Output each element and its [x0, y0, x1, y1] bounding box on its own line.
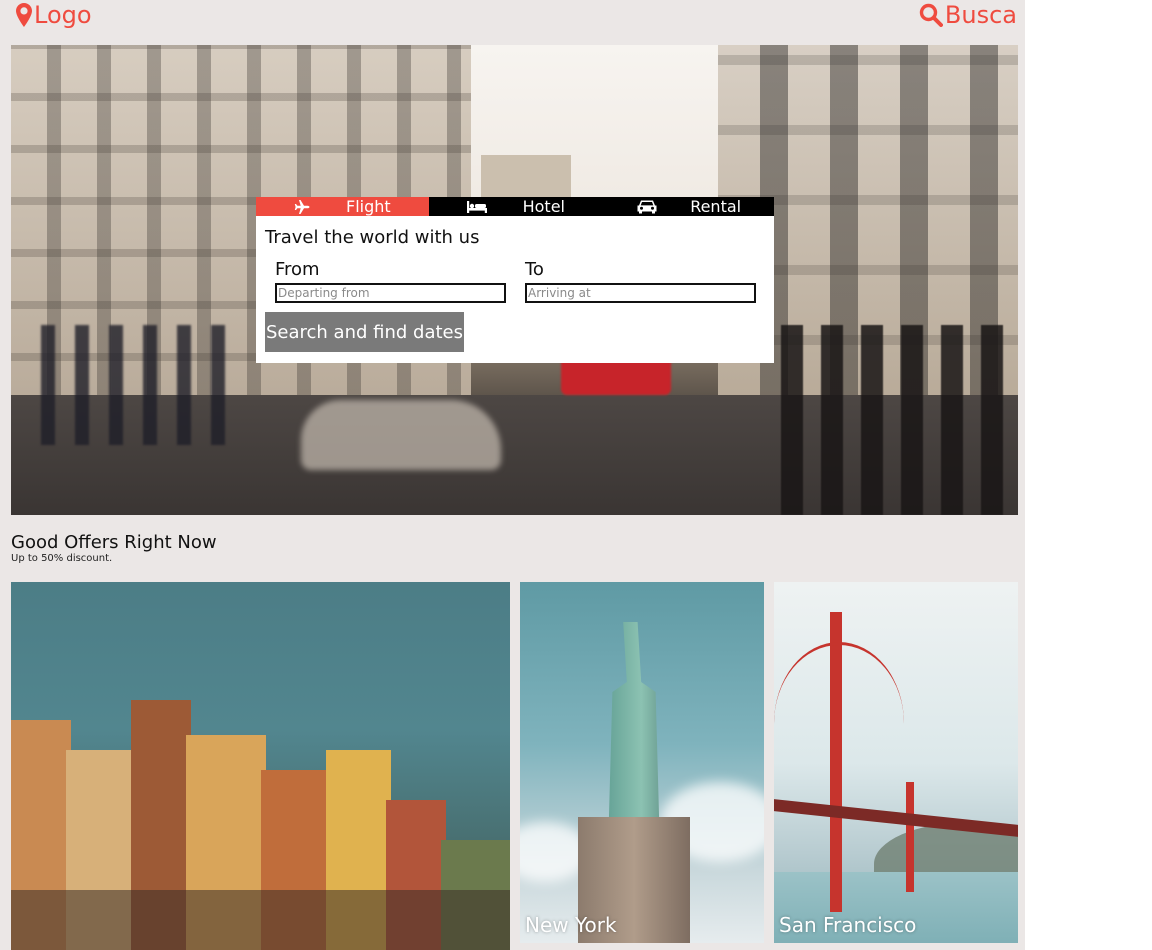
bridge-deck [774, 799, 1018, 837]
offer-card-caption: New York [525, 913, 617, 937]
booking-title: Travel the world with us [265, 227, 480, 248]
hero-crowd-left [41, 325, 241, 445]
booking-tabs: Flight Hotel Rental [256, 197, 774, 216]
search-dates-button[interactable]: Search and find dates [265, 312, 464, 352]
to-label: To [525, 259, 544, 280]
offer-card-new-york[interactable]: New York [520, 582, 764, 943]
tab-rental-label: Rental [690, 197, 742, 216]
tab-flight[interactable]: Flight [256, 197, 429, 216]
booking-widget: Flight Hotel Rental Travel the world wit… [256, 197, 774, 363]
offers-subtitle: Up to 50% discount. [11, 553, 113, 564]
car-icon [637, 199, 657, 218]
bridge-cable [774, 642, 904, 805]
statue-of-liberty [608, 622, 660, 822]
search-label: Busca [944, 1, 1017, 29]
bridge-tower-far [906, 782, 914, 892]
offer-card-san-francisco[interactable]: San Francisco [774, 582, 1018, 943]
search-link[interactable]: Busca [919, 0, 1017, 30]
plane-icon [294, 199, 310, 218]
from-label: From [275, 259, 320, 280]
page: Logo Busca Flight Hotel Rental Travel th… [0, 0, 1025, 950]
magnifier-icon [919, 3, 945, 27]
logo-label: Logo [34, 1, 92, 29]
to-input[interactable] [525, 283, 756, 303]
tab-hotel-label: Hotel [522, 197, 565, 216]
logo-link[interactable]: Logo [16, 0, 92, 30]
hero-crowd-right [781, 325, 1018, 515]
from-input[interactable] [275, 283, 506, 303]
header: Logo Busca [0, 0, 1025, 44]
offer-card-caption: San Francisco [779, 913, 917, 937]
offer-card-cinque-terre[interactable] [11, 582, 510, 950]
hero-car [301, 400, 501, 470]
tab-hotel[interactable]: Hotel [429, 197, 602, 216]
houses-image [11, 652, 510, 950]
tab-flight-label: Flight [346, 197, 391, 216]
bed-icon [466, 199, 487, 218]
map-marker-icon [16, 3, 34, 27]
tab-rental[interactable]: Rental [601, 197, 774, 216]
offers-title: Good Offers Right Now [11, 532, 217, 553]
